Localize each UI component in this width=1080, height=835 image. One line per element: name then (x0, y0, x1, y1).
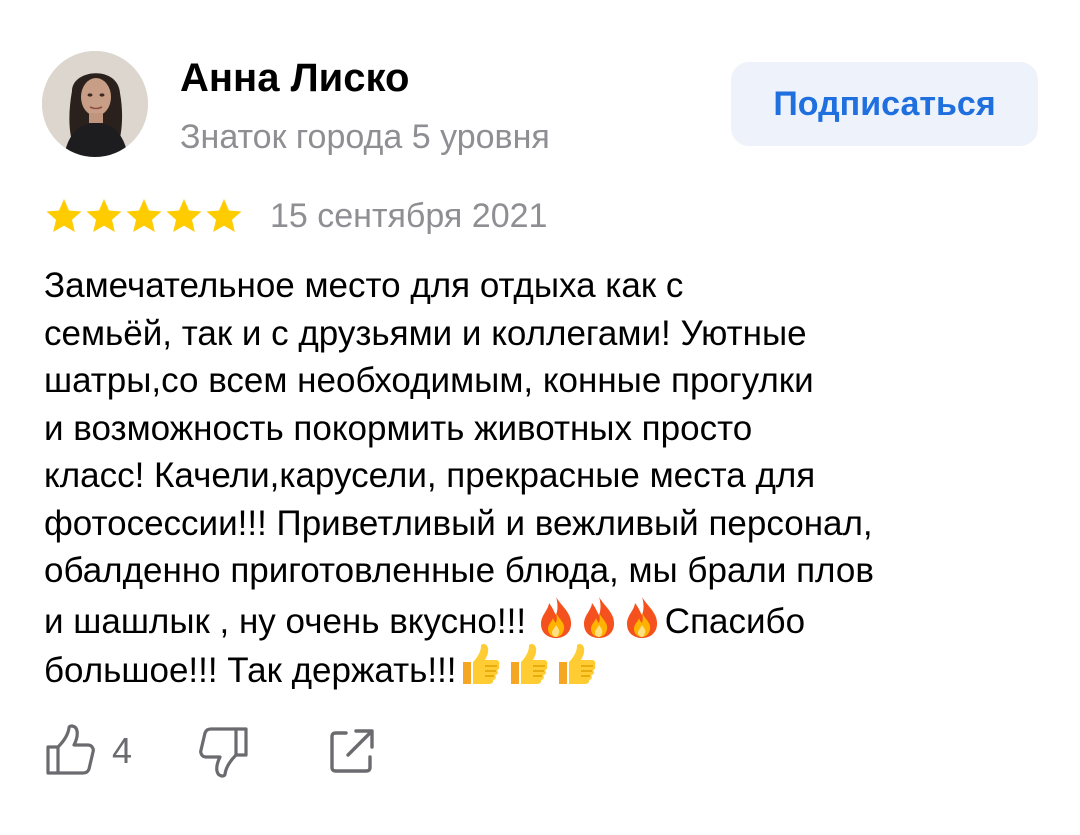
review-line-text: и шашлык , ну очень вкусно!!! (44, 601, 536, 641)
thumbs-down-outline-icon (199, 727, 248, 778)
fire-emoji-icon (583, 596, 614, 638)
star-icon (126, 199, 162, 232)
review-line: шатры,со всем необходимым, конные прогул… (44, 361, 814, 400)
review-date: 15 сентября 2021 (270, 197, 548, 235)
like-button[interactable]: 4 (44, 723, 154, 779)
review-line: семьёй, так и с друзьями и коллегами! Ую… (44, 313, 807, 353)
review-line: Замечательное место для отдыха как с (44, 266, 684, 305)
author-level: Знаток города 5 уровня (180, 118, 550, 156)
review-text: Замечательное место для отдыха как с сем… (44, 262, 1044, 690)
star-icon (166, 199, 202, 232)
thumbs-up-outline-icon (46, 724, 95, 775)
subscribe-button[interactable]: Подписаться (731, 62, 1038, 146)
share-icon (330, 729, 374, 773)
like-count: 4 (112, 730, 133, 771)
star-icon (46, 199, 82, 232)
review-line-text: большое!!! Так держать!!! (44, 651, 457, 690)
share-button[interactable] (324, 723, 380, 779)
author-name[interactable]: Анна Лиско (180, 52, 409, 104)
avatar-photo (42, 51, 148, 157)
star-icon (86, 199, 122, 232)
review-line-text: Спасибо (664, 601, 806, 641)
review-line-with-emoji: и шашлык , ну очень вкусно!!! Спасибо (44, 595, 1044, 643)
thumbs-up-emoji-icon (510, 643, 547, 684)
thumbs-up-emoji-icon (462, 643, 499, 684)
fire-emoji-icon (540, 596, 571, 638)
review-line: класс! Качели,карусели, прекрасные места… (44, 456, 816, 495)
fire-emoji-icon (626, 596, 657, 638)
review-line-with-emoji: большое!!! Так держать!!! (44, 642, 1044, 690)
dislike-button[interactable] (194, 723, 250, 779)
review-line: фотосессии!!! Приветливый и вежливый пер… (44, 503, 873, 543)
review-line: и возможность покормить животных просто (44, 408, 753, 448)
author-avatar[interactable] (42, 51, 148, 157)
review-line: обалденно приготовленные блюда, мы брали… (44, 551, 874, 590)
star-icon (206, 199, 242, 232)
thumbs-up-emoji-icon (558, 643, 595, 684)
star-rating (44, 193, 244, 239)
